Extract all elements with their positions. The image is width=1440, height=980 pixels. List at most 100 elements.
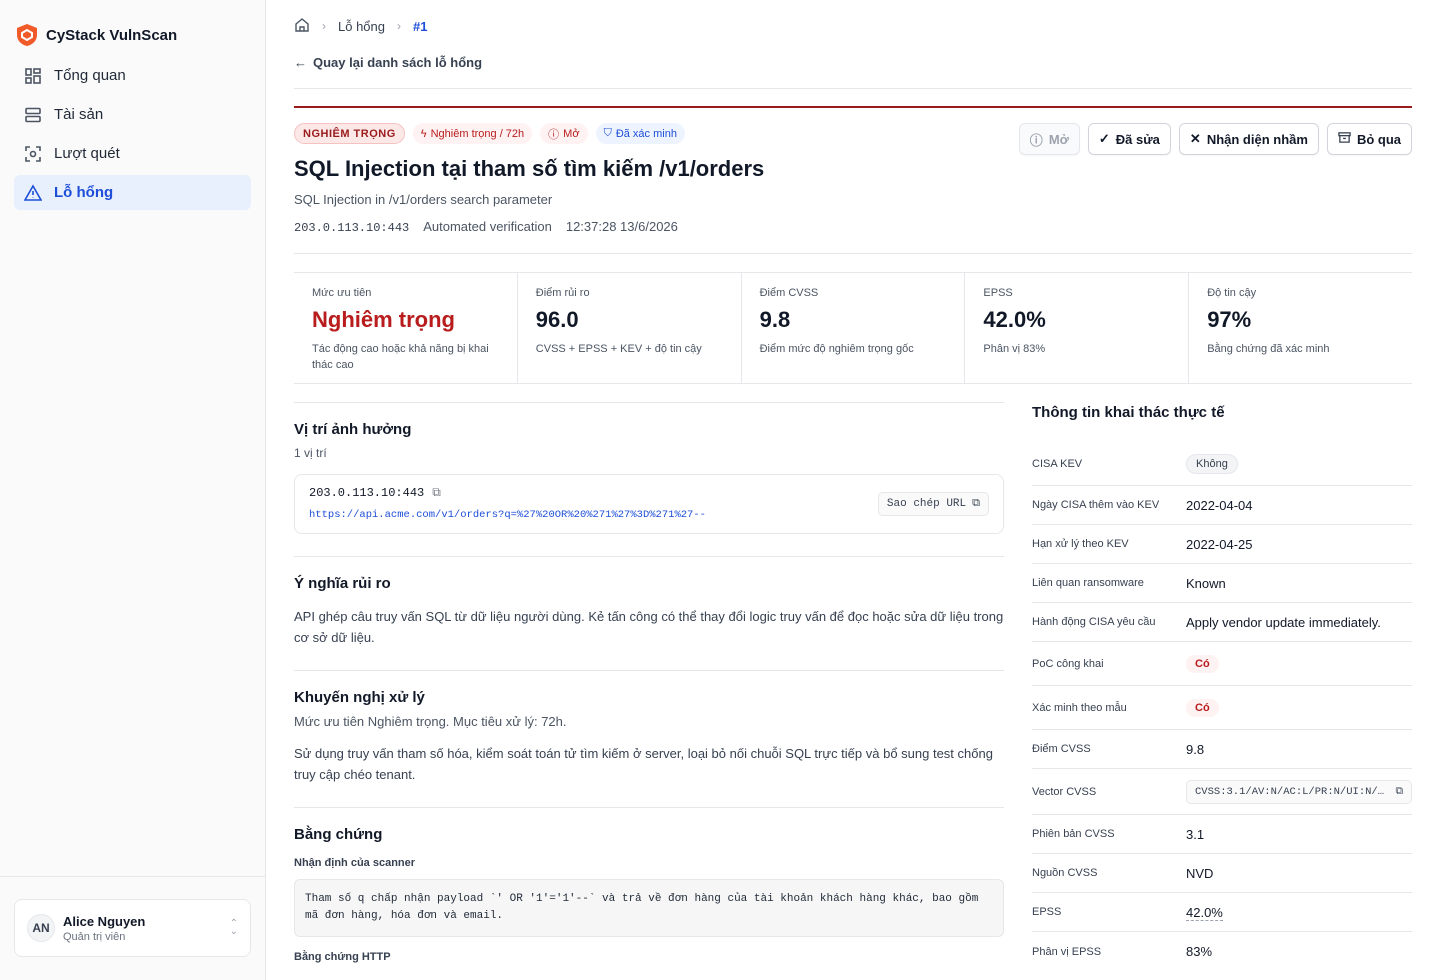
- risk-meaning-section: Ý nghĩa rủi ro API ghép câu truy vấn SQL…: [294, 557, 1004, 671]
- stat-value: 42.0%: [983, 307, 1046, 332]
- user-menu[interactable]: AN Alice Nguyen Quản trị viên ⌃ ⌄: [14, 899, 251, 957]
- home-icon[interactable]: [294, 17, 310, 36]
- cystack-logo-icon: [16, 23, 38, 47]
- check-icon: ✓: [1098, 131, 1110, 146]
- info-row-epss: EPSS 42.0%: [1032, 893, 1412, 932]
- info-key: PoC công khai: [1032, 657, 1104, 670]
- copy-icon[interactable]: ⧉: [432, 486, 441, 500]
- sidebar: CyStack VulnScan Tổng quan Tài sản Lượt …: [0, 0, 266, 980]
- stat-confidence: Độ tin cậy 97% Bằng chứng đã xác minh: [1189, 273, 1412, 383]
- stat-label: Mức ưu tiên: [312, 287, 372, 299]
- sidebar-item-overview[interactable]: Tổng quan: [14, 58, 251, 93]
- close-icon: ✕: [1189, 131, 1201, 146]
- user-name: Alice Nguyen: [63, 913, 146, 929]
- stat-value: 97%: [1207, 307, 1252, 332]
- sidebar-item-scans[interactable]: Lượt quét: [14, 136, 251, 171]
- false-positive-button-label: Nhận diện nhầm: [1206, 131, 1308, 147]
- page-subtitle: SQL Injection in /v1/orders search param…: [294, 192, 553, 207]
- status-badge: ⓘ Mở: [540, 123, 588, 144]
- verified-badge-label: Đã xác minh: [615, 127, 677, 140]
- location-card: 203.0.113.10:443 ⧉ https://api.acme.com/…: [294, 474, 1004, 534]
- verified-badge: ⛉ Đã xác minh: [595, 123, 685, 144]
- info-row-cvss-vector: Vector CVSS CVSS:3.1/AV:N/AC:L/PR:N/UI:N…: [1032, 769, 1412, 815]
- info-key: Xác minh theo mẫu: [1032, 701, 1127, 714]
- ignore-button-label: Bỏ qua: [1356, 131, 1401, 147]
- template-verified-badge: Có: [1186, 698, 1219, 717]
- back-to-list-link[interactable]: ← Quay lại danh sách lỗ hổng: [294, 52, 1412, 72]
- info-value: 2022-04-04: [1186, 497, 1253, 513]
- stat-value: 96.0: [535, 307, 579, 332]
- false-positive-button[interactable]: ✕ Nhận diện nhầm: [1178, 123, 1319, 155]
- page-title: SQL Injection tại tham số tìm kiếm /v1/o…: [294, 156, 765, 181]
- dashboard-icon: [25, 67, 41, 84]
- sidebar-item-assets[interactable]: Tài sản: [14, 97, 251, 132]
- detail-columns: Vị trí ảnh hưởng 1 vị trí 203.0.113.10:4…: [294, 402, 1412, 971]
- info-row-cisa-action: Hành động CISA yêu cầu Apply vendor upda…: [1032, 603, 1412, 642]
- stat-priority: Mức ưu tiên Nghiêm trọng Tác động cao ho…: [294, 273, 518, 383]
- severity-badge: NGHIÊM TRỌNG: [294, 123, 405, 144]
- stat-label: Điểm rủi ro: [535, 287, 590, 299]
- action-buttons: ⓘ Mở ✓ Đã sửa ✕ Nhận diện nhầm Bỏ qua: [1018, 123, 1412, 155]
- info-value: NVD: [1186, 865, 1214, 881]
- info-row-kev-due-date: Hạn xử lý theo KEV 2022-04-25: [1032, 525, 1412, 564]
- brand[interactable]: CyStack VulnScan: [0, 0, 265, 50]
- divider: [294, 253, 1412, 254]
- target-host: 203.0.113.10:443: [294, 221, 410, 235]
- ignore-button[interactable]: Bỏ qua: [1326, 123, 1412, 155]
- location-host-text: 203.0.113.10:443: [309, 486, 425, 500]
- section-title: Vị trí ảnh hưởng: [294, 421, 412, 438]
- info-value: Apply vendor update immediately.: [1186, 614, 1381, 630]
- section-title: Bằng chứng: [294, 826, 383, 843]
- cvss-vector-field[interactable]: CVSS:3.1/AV:N/AC:L/PR:N/UI:N/S:U/C:H/I:H…: [1186, 779, 1412, 804]
- vulnerability-header: NGHIÊM TRỌNG ϟ Nghiêm trọng / 72h ⓘ Mở ⛉…: [294, 106, 1412, 235]
- sidebar-footer: AN Alice Nguyen Quản trị viên ⌃ ⌄: [0, 876, 265, 980]
- http-evidence-label: Bằng chứng HTTP: [294, 951, 391, 963]
- stats-row: Mức ưu tiên Nghiêm trọng Tác động cao ho…: [294, 272, 1412, 384]
- sidebar-item-vulnerabilities[interactable]: Lỗ hổng: [14, 175, 251, 210]
- vulnerability-meta: 203.0.113.10:443 Automated verification …: [294, 219, 1412, 235]
- epss-value[interactable]: 42.0%: [1186, 904, 1223, 921]
- open-button-label: Mở: [1048, 131, 1069, 147]
- info-value: Known: [1186, 575, 1226, 591]
- info-value: 2022-04-25: [1186, 536, 1253, 552]
- info-row-public-poc: PoC công khai Có: [1032, 642, 1412, 686]
- info-value: 3.1: [1186, 826, 1205, 842]
- info-key: Nguồn CVSS: [1032, 867, 1098, 879]
- section-title: Khuyến nghị xử lý: [294, 689, 425, 706]
- main-content: › Lỗ hổng › #1 ← Quay lại danh sách lỗ h…: [266, 0, 1440, 980]
- info-row-cvss-score: Điểm CVSS 9.8: [1032, 730, 1412, 769]
- remediation-priority: Mức ưu tiên Nghiêm trọng. Mục tiêu xử lý…: [294, 714, 567, 729]
- scanner-assessment-text: Tham số q chấp nhận payload `' OR '1'='1…: [294, 879, 1004, 937]
- sidebar-item-label: Lỗ hổng: [54, 184, 114, 201]
- warning-triangle-icon: [24, 183, 42, 201]
- lightning-icon: ϟ: [420, 127, 427, 140]
- shield-check-icon: ⛉: [603, 127, 612, 139]
- scanner-assessment-label: Nhận định của scanner: [294, 857, 416, 869]
- sla-badge: ϟ Nghiêm trọng / 72h: [412, 123, 533, 144]
- stat-desc: CVSS + EPSS + KEV + độ tin cậy: [535, 343, 702, 355]
- info-row-epss-percentile: Phân vị EPSS 83%: [1032, 932, 1412, 971]
- location-count: 1 vị trí: [294, 446, 327, 460]
- stat-desc: Phân vị 83%: [983, 343, 1046, 355]
- exploit-info-panel: Thông tin khai thác thực tế CISA KEV Khô…: [1032, 402, 1412, 971]
- archive-icon: [1338, 131, 1351, 147]
- mark-fixed-button[interactable]: ✓ Đã sửa: [1087, 123, 1171, 155]
- open-button[interactable]: ⓘ Mở: [1018, 123, 1080, 155]
- affected-location-section: Vị trí ảnh hưởng 1 vị trí 203.0.113.10:4…: [294, 403, 1004, 557]
- copy-icon[interactable]: ⧉: [1396, 786, 1404, 798]
- stat-value: Nghiêm trọng: [312, 307, 455, 332]
- breadcrumb-section[interactable]: Lỗ hổng: [338, 19, 385, 34]
- info-row-cisa-kev: CISA KEV Không: [1032, 442, 1412, 486]
- info-key: CISA KEV: [1032, 457, 1083, 470]
- sidebar-item-label: Tài sản: [54, 106, 104, 123]
- stat-desc: Điểm mức độ nghiêm trọng gốc: [759, 343, 914, 355]
- section-title: Ý nghĩa rủi ro: [294, 575, 391, 592]
- info-row-kev-date-added: Ngày CISA thêm vào KEV 2022-04-04: [1032, 486, 1412, 525]
- copy-url-button[interactable]: Sao chép URL ⧉: [877, 492, 989, 516]
- public-poc-badge: Có: [1186, 654, 1219, 673]
- info-value: 9.8: [1186, 741, 1205, 757]
- info-row-cvss-version: Phiên bản CVSS 3.1: [1032, 815, 1412, 854]
- info-key: Liên quan ransomware: [1032, 577, 1144, 589]
- info-key: Phân vị EPSS: [1032, 945, 1102, 958]
- stat-label: EPSS: [983, 287, 1013, 299]
